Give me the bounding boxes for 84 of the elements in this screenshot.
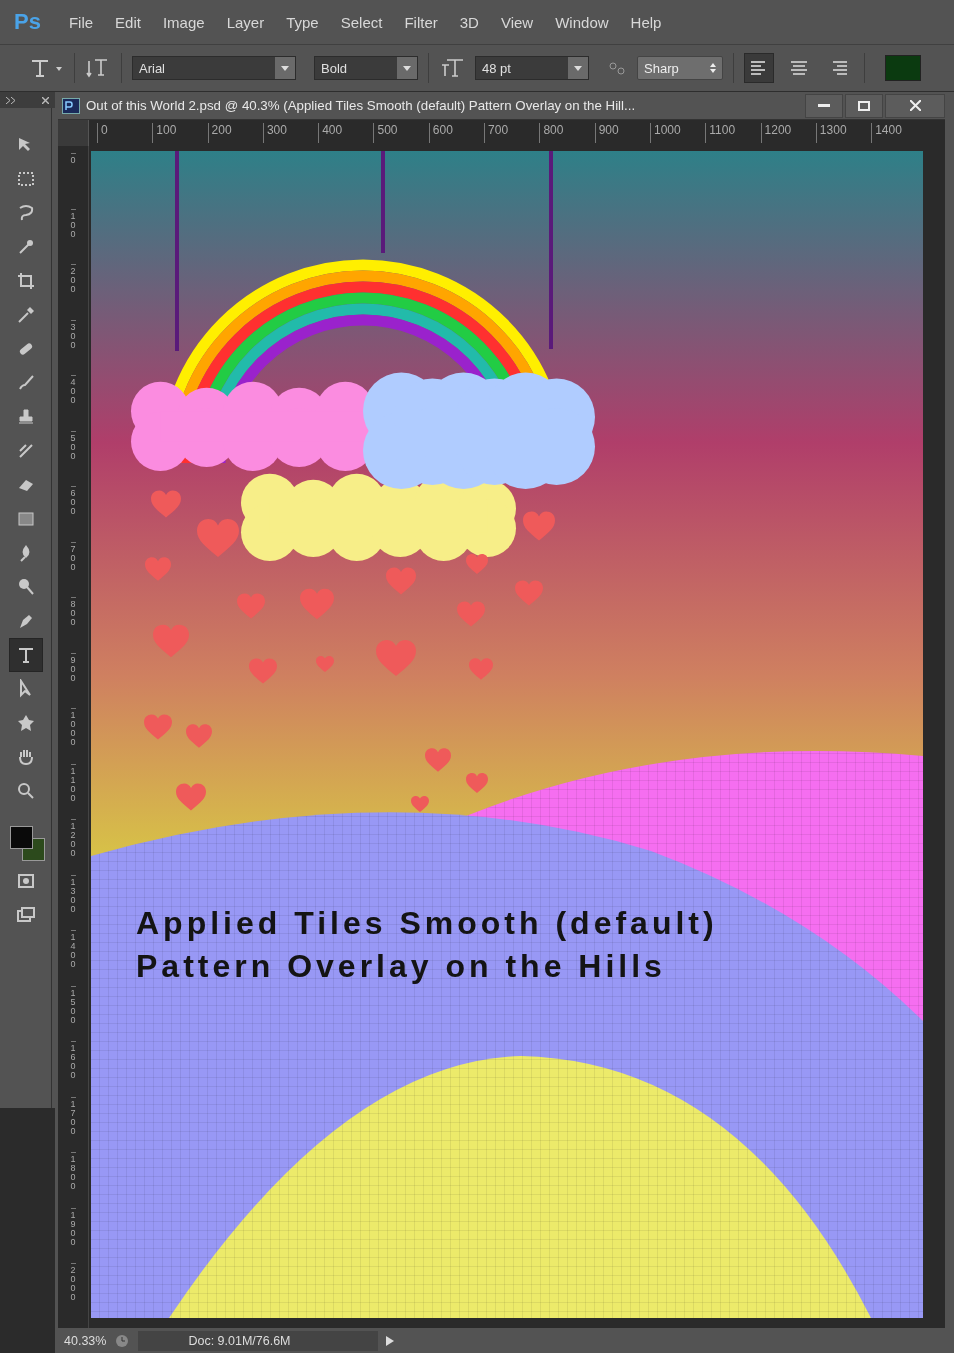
- ruler-label: 1100: [705, 123, 761, 143]
- ruler-label: 1200: [70, 819, 76, 875]
- ruler-label: 400: [70, 375, 76, 431]
- canvas-text: Applied Tiles Smooth (default): [136, 905, 718, 941]
- ruler-label: 1200: [760, 123, 816, 143]
- ruler-label: 1000: [649, 123, 706, 143]
- restore-button[interactable]: [845, 93, 883, 118]
- font-style-dropdown[interactable]: Bold: [314, 56, 418, 80]
- font-size-icon: [439, 57, 465, 79]
- ruler-label: 500: [373, 123, 429, 143]
- caret-icon: [281, 65, 289, 71]
- menu-item[interactable]: View: [500, 13, 534, 31]
- text-color-swatch[interactable]: [885, 55, 921, 81]
- menu-item[interactable]: Image: [162, 13, 205, 31]
- windows-icon: [15, 905, 36, 925]
- minimize-button[interactable]: [805, 93, 843, 118]
- caret-icon: [574, 65, 582, 71]
- menu-item[interactable]: Edit: [115, 13, 141, 31]
- expand-icon[interactable]: [6, 96, 15, 104]
- restore-icon: [858, 100, 870, 111]
- menu-item[interactable]: Filter: [404, 13, 438, 31]
- quick-mask-icon: [15, 871, 36, 891]
- ruler-label: 1700: [70, 1096, 76, 1152]
- ruler-label: 0: [70, 153, 76, 209]
- antialias-dropdown[interactable]: Sharp: [637, 56, 723, 80]
- crop-icon: [15, 271, 36, 291]
- menu-item[interactable]: File: [68, 13, 94, 31]
- document-size: Doc: 9.01M/76.6M: [138, 1331, 379, 1351]
- menu-item[interactable]: Layer: [226, 13, 265, 31]
- type-tool-icon[interactable]: [30, 58, 64, 78]
- ruler-label: 200: [70, 264, 76, 320]
- menu-item[interactable]: Select: [340, 13, 383, 31]
- document-title: Out of this World 2.psd @ 40.3% (Applied Tiles Smooth (default) Pattern Overlay on the Hill...: [86, 98, 637, 113]
- zoom-level[interactable]: 40.33%: [64, 1334, 107, 1348]
- font-family-dropdown[interactable]: Arial: [132, 56, 296, 80]
- align-center-icon: [789, 58, 809, 78]
- gradient-icon: [15, 509, 36, 529]
- ruler-label: 1300: [70, 874, 76, 930]
- ruler-label: 2000: [70, 1263, 76, 1319]
- dashed-rectangle-icon: [15, 169, 36, 189]
- ruler-label: 700: [484, 123, 540, 143]
- ruler-label: 100: [152, 123, 208, 143]
- ruler-label: 200: [207, 123, 263, 143]
- canvas-text: Pattern Overlay on the Hills: [136, 948, 666, 984]
- type-tool-button[interactable]: [8, 638, 43, 672]
- play-icon[interactable]: [386, 1336, 395, 1346]
- zoom-icon: [15, 781, 36, 801]
- ruler-label: 1100: [70, 763, 76, 819]
- ruler-label: 0: [97, 123, 153, 143]
- menu-item[interactable]: Type: [286, 13, 319, 31]
- ruler-label: 500: [70, 430, 76, 486]
- ruler-label: 900: [70, 652, 76, 708]
- ruler-label: 1300: [815, 123, 872, 143]
- ruler-label: 1400: [70, 930, 76, 986]
- ruler-label: 1500: [70, 985, 76, 1041]
- ruler-label: 1900: [70, 1207, 76, 1263]
- ruler-label: 600: [428, 123, 485, 143]
- menu-item[interactable]: Window: [555, 13, 609, 31]
- document-icon: [62, 97, 80, 114]
- ruler-label: 1800: [70, 1152, 76, 1208]
- menu-item[interactable]: Help: [630, 13, 662, 31]
- app-logo[interactable]: Ps: [14, 9, 41, 35]
- close-icon[interactable]: [42, 96, 49, 104]
- ruler-label: 700: [70, 541, 76, 597]
- menu-item[interactable]: 3D: [459, 13, 479, 31]
- ruler-label: 1400: [871, 123, 927, 143]
- antialias-icon: [607, 60, 627, 76]
- ruler-label: 400: [318, 123, 374, 143]
- ruler-label: 800: [539, 123, 595, 143]
- ruler-label: 1600: [70, 1041, 76, 1097]
- ruler-label: 100: [70, 208, 76, 264]
- minimize-icon: [818, 103, 830, 108]
- ruler-label: 800: [70, 597, 76, 653]
- font-size-dropdown[interactable]: 48 pt: [475, 56, 589, 80]
- ruler-label: 300: [262, 123, 319, 143]
- ruler-label: 300: [70, 319, 76, 375]
- ruler-label: 600: [70, 486, 76, 542]
- align-button[interactable]: [744, 53, 774, 83]
- caret-icon: [403, 65, 411, 71]
- close-button[interactable]: [885, 93, 945, 118]
- close-icon: [909, 100, 921, 111]
- ruler-label: 1000: [70, 708, 76, 764]
- spinner-icon: [710, 63, 716, 73]
- ruler-label: 900: [594, 123, 650, 143]
